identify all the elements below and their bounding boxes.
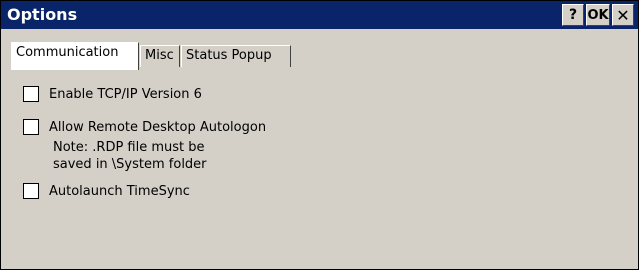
options-window: Options ? OK ✕ Communication Misc Status… <box>0 0 639 270</box>
checkbox-remote-desktop-autologon[interactable] <box>23 119 39 135</box>
option-label: Autolaunch TimeSync <box>49 184 190 199</box>
close-button[interactable]: ✕ <box>612 4 634 26</box>
option-label: Enable TCP/IP Version 6 <box>49 87 202 102</box>
option-autolaunch-timesync[interactable]: Autolaunch TimeSync <box>23 183 190 201</box>
window-title: Options <box>7 5 78 24</box>
checkbox-enable-tcpip-v6[interactable] <box>23 86 39 102</box>
help-button[interactable]: ? <box>562 4 584 26</box>
title-bar: Options ? OK ✕ <box>1 1 638 29</box>
ok-button[interactable]: OK <box>586 4 610 26</box>
option-remote-desktop-autologon[interactable]: Allow Remote Desktop Autologon <box>23 119 266 137</box>
note-line-1: Note: .RDP file must be <box>53 140 205 155</box>
tab-bar: Communication Misc Status Popup <box>1 29 638 98</box>
option-enable-tcpip-v6[interactable]: Enable TCP/IP Version 6 <box>23 86 202 104</box>
communication-panel: Enable TCP/IP Version 6 Allow Remote Des… <box>1 71 638 269</box>
checkbox-autolaunch-timesync[interactable] <box>23 183 39 199</box>
note-line-2: saved in \System folder <box>53 157 207 172</box>
tab-communication[interactable]: Communication <box>11 42 139 70</box>
tab-status-popup[interactable]: Status Popup <box>181 45 291 67</box>
help-icon: ? <box>568 7 578 23</box>
ok-label: OK <box>587 7 609 23</box>
tab-misc[interactable]: Misc <box>140 45 180 67</box>
close-icon: ✕ <box>616 5 630 25</box>
option-label: Allow Remote Desktop Autologon <box>49 120 267 135</box>
